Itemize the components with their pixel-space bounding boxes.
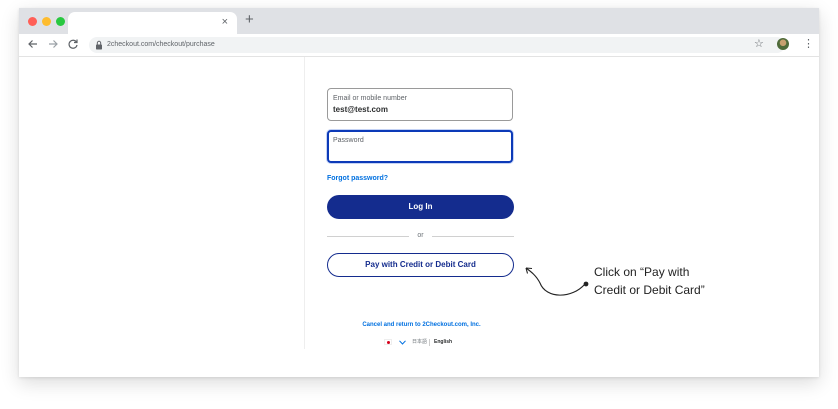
email-label: Email or mobile number: [333, 95, 407, 102]
back-arrow-icon[interactable]: [27, 38, 39, 50]
bookmark-star-icon[interactable]: ☆: [754, 37, 764, 51]
annotation-line-1: Click on “Pay with: [594, 265, 690, 279]
maximize-window-button[interactable]: [56, 17, 65, 26]
lock-icon: [96, 40, 102, 50]
japan-flag-icon[interactable]: [384, 339, 392, 345]
address-bar[interactable]: 2checkout.com/checkout/purchase: [89, 37, 785, 53]
password-field[interactable]: Password: [327, 130, 513, 163]
browser-tab[interactable]: ×: [68, 12, 237, 34]
pay-with-card-button[interactable]: Pay with Credit or Debit Card: [327, 253, 514, 277]
or-divider: or: [327, 231, 514, 241]
language-japanese[interactable]: 日本語: [412, 338, 427, 347]
page-content: Email or mobile number test@test.com Pas…: [19, 57, 819, 377]
left-divider: [304, 57, 305, 349]
browser-toolbar: 2checkout.com/checkout/purchase ☆ ⋮: [19, 34, 819, 57]
forgot-password-link[interactable]: Forgot password?: [327, 174, 388, 184]
close-window-button[interactable]: [28, 17, 37, 26]
forward-arrow-icon[interactable]: [47, 38, 59, 50]
chevron-down-icon[interactable]: [399, 340, 406, 345]
tab-close-icon[interactable]: ×: [222, 15, 228, 29]
language-separator: [429, 339, 430, 346]
tab-strip: × +: [19, 8, 819, 34]
password-label: Password: [333, 137, 364, 144]
profile-avatar[interactable]: [777, 38, 789, 50]
email-value: test@test.com: [333, 105, 388, 114]
new-tab-button[interactable]: +: [245, 11, 254, 29]
reload-icon[interactable]: [67, 38, 79, 50]
cancel-return-link[interactable]: Cancel and return to 2Checkout.com, Inc.: [304, 321, 539, 330]
or-line-right: [432, 236, 514, 237]
log-in-button[interactable]: Log In: [327, 195, 514, 219]
minimize-window-button[interactable]: [42, 17, 51, 26]
browser-window: × + 2checkout.com/checkout/purchase ☆ ⋮ …: [19, 8, 819, 377]
email-field[interactable]: Email or mobile number test@test.com: [327, 88, 513, 121]
annotation-line-2: Credit or Debit Card”: [594, 283, 705, 297]
instruction-annotation: Click on “Pay with Credit or Debit Card”: [594, 263, 744, 299]
language-english[interactable]: English: [434, 338, 452, 347]
url-text: 2checkout.com/checkout/purchase: [107, 41, 215, 48]
browser-menu-icon[interactable]: ⋮: [803, 37, 814, 51]
